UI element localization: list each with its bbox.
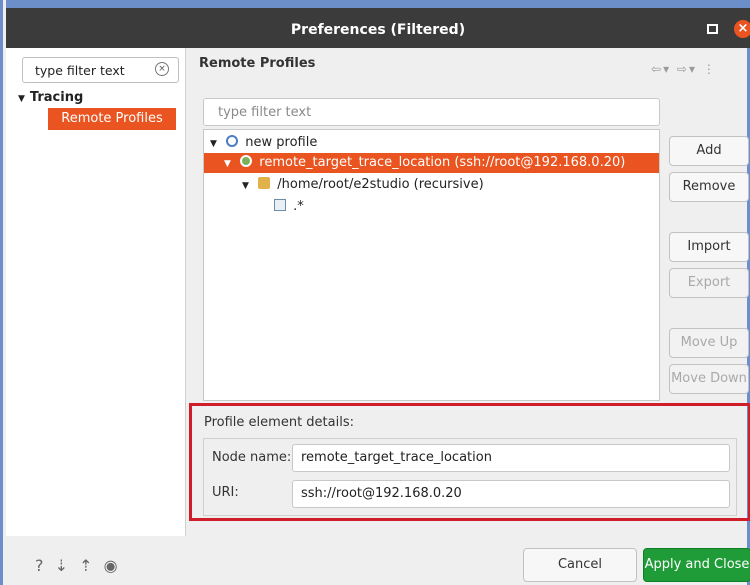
add-button[interactable]: Add bbox=[669, 136, 749, 166]
tree-row-folder[interactable]: ▼ /home/root/e2studio (recursive) bbox=[242, 175, 484, 195]
node-name-label: Node name: bbox=[212, 450, 292, 465]
tree-item-remote-profiles[interactable]: Remote Profiles bbox=[48, 108, 176, 130]
remote-target-icon bbox=[240, 155, 253, 167]
tree-item-tracing[interactable]: ▼ Tracing bbox=[18, 90, 83, 105]
export-button[interactable]: Export bbox=[669, 268, 749, 298]
import-button[interactable]: Import bbox=[669, 232, 749, 262]
oomph-preferences-icon[interactable]: ◉ bbox=[104, 556, 121, 575]
bottom-toolbar: ? ⇣ ⇡ ◉ bbox=[35, 556, 121, 575]
export-preferences-icon[interactable]: ⇡ bbox=[79, 556, 95, 575]
import-preferences-icon[interactable]: ⇣ bbox=[55, 556, 71, 575]
clear-filter-icon[interactable]: × bbox=[155, 62, 169, 76]
details-header: Profile element details: bbox=[204, 415, 354, 430]
folder-icon bbox=[258, 177, 271, 189]
details-fields-group: Node name: remote_target_trace_location … bbox=[203, 438, 737, 516]
uri-label: URI: bbox=[212, 485, 239, 500]
remove-button[interactable]: Remove bbox=[669, 172, 749, 202]
apply-and-close-button[interactable]: Apply and Close bbox=[643, 548, 750, 582]
title-bar: Preferences (Filtered) × bbox=[6, 0, 750, 48]
profiles-tree: ▼ new profile ▼ remote_target_trace_loca… bbox=[203, 129, 660, 401]
file-pattern-icon bbox=[274, 199, 286, 211]
uri-field[interactable]: ssh://root@192.168.0.20 bbox=[292, 480, 730, 508]
move-up-button[interactable]: Move Up bbox=[669, 328, 749, 358]
preference-tree-pane: type filter text × ▼ Tracing Remote Profi… bbox=[6, 48, 186, 536]
expand-arrow-icon[interactable]: ▼ bbox=[18, 94, 25, 104]
tree-row-label: .* bbox=[293, 199, 304, 214]
expand-arrow-icon[interactable]: ▼ bbox=[242, 176, 254, 196]
expand-arrow-icon[interactable]: ▼ bbox=[210, 134, 222, 154]
node-name-field[interactable]: remote_target_trace_location bbox=[292, 444, 730, 472]
profile-filter-input[interactable]: type filter text bbox=[203, 98, 660, 126]
page-title: Remote Profiles bbox=[199, 56, 316, 71]
view-menu-icon[interactable]: ⋮ bbox=[703, 62, 717, 76]
navigation-controls: ⇦▾ ⇨▾ ⋮ bbox=[651, 62, 717, 76]
profile-icon bbox=[226, 135, 239, 147]
tree-filter-text: type filter text bbox=[35, 63, 125, 78]
tree-row-remote-target[interactable]: ▼ remote_target_trace_location (ssh://ro… bbox=[204, 153, 659, 173]
tree-item-tracing-label: Tracing bbox=[29, 90, 84, 105]
tree-row-label: /home/root/e2studio (recursive) bbox=[277, 177, 484, 192]
profile-element-details: Profile element details: Node name: remo… bbox=[189, 403, 750, 521]
tree-row-new-profile[interactable]: ▼ new profile bbox=[210, 133, 317, 153]
maximize-icon[interactable] bbox=[707, 24, 718, 34]
expand-arrow-icon[interactable]: ▼ bbox=[224, 154, 236, 174]
preferences-window: Preferences (Filtered) × type filter tex… bbox=[0, 0, 750, 585]
tree-row-label: new profile bbox=[245, 135, 318, 150]
profile-filter-placeholder: type filter text bbox=[218, 105, 312, 120]
forward-menu-chevron-icon[interactable]: ▾ bbox=[689, 62, 697, 76]
tree-row-file-pattern[interactable]: .* bbox=[274, 197, 304, 217]
close-icon[interactable]: × bbox=[734, 20, 750, 38]
back-arrow-icon[interactable]: ⇦ bbox=[651, 62, 663, 76]
move-down-button[interactable]: Move Down bbox=[669, 364, 749, 394]
tree-filter-input[interactable]: type filter text × bbox=[22, 57, 179, 83]
window-title: Preferences (Filtered) bbox=[290, 22, 466, 38]
forward-arrow-icon[interactable]: ⇨ bbox=[677, 62, 689, 76]
back-menu-chevron-icon[interactable]: ▾ bbox=[663, 62, 671, 76]
cancel-button[interactable]: Cancel bbox=[523, 548, 637, 582]
tree-row-label: remote_target_trace_location (ssh://root… bbox=[259, 155, 626, 170]
help-icon[interactable]: ? bbox=[35, 556, 47, 575]
